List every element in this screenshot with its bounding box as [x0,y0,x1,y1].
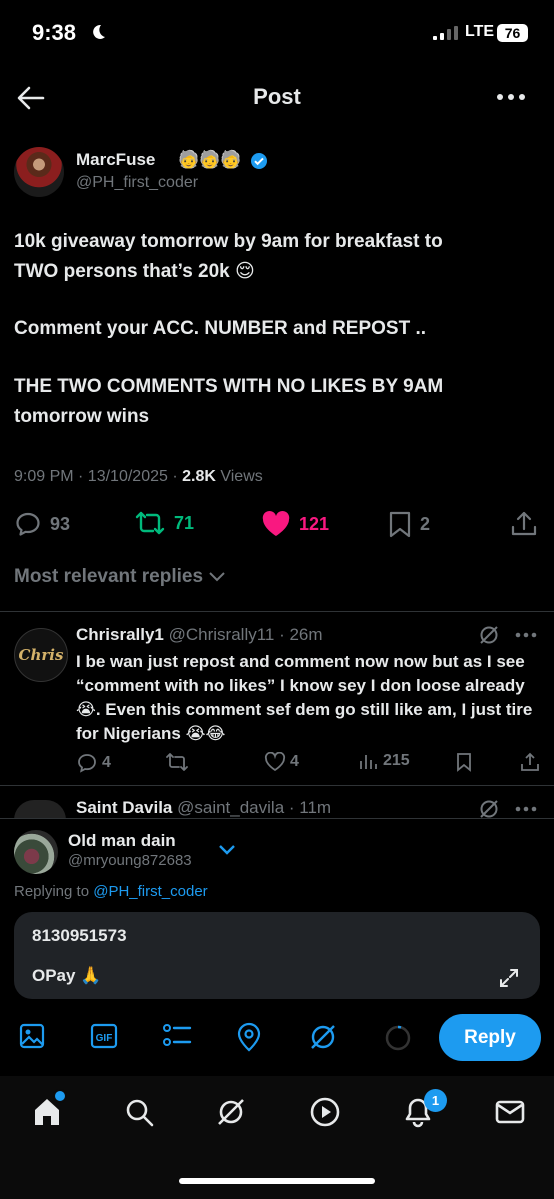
views-count[interactable]: 2.8K [182,468,216,485]
repost-icon [135,511,165,535]
reply-header: Saint Davila @saint_davila · 11m [76,798,331,818]
reply-author-name[interactable]: Saint Davila [76,798,172,817]
reply-author-name[interactable]: Chrisrally1 [76,625,164,644]
views-count: 215 [383,752,410,769]
bookmark-action[interactable]: 2 [388,510,430,538]
post-meta: 9:09 PM · 13/10/2025 · 2.8K Views [14,468,263,486]
post-timestamp: 9:09 PM · 13/10/2025 · [14,468,183,485]
battery-icon: 76 [497,24,528,42]
reply-author-handle[interactable]: @saint_davila · 11m [177,798,331,817]
author-emoji: 🧓🧓🧓 [178,150,242,169]
author-name[interactable]: MarcFuse [76,150,155,170]
repost-icon[interactable] [165,752,189,772]
composer-account-name: Old man dain [68,831,176,850]
replies-filter-label: Most relevant replies [14,566,204,587]
share-icon[interactable] [510,510,538,538]
reply-count: 4 [102,754,111,771]
heart-icon [262,511,290,536]
avatar[interactable] [14,800,66,820]
gif-label: GIF [96,1033,113,1044]
back-arrow-icon[interactable] [16,84,46,112]
network-label: LTE [465,23,495,40]
replying-to-label: Replying to [14,883,94,900]
location-icon[interactable] [236,1022,262,1052]
replies-filter[interactable]: Most relevant replies [14,566,226,588]
views-action[interactable]: 215 [359,752,410,770]
avatar[interactable]: Chris [14,628,68,682]
repost-count: 71 [174,512,195,533]
reply-input-line: OPay 🙏 [32,966,102,985]
author-handle[interactable]: @PH_first_coder [76,174,198,192]
chevron-down-icon[interactable] [217,843,237,857]
like-action[interactable]: 4 [264,752,299,772]
post-text-line: 10k giveaway tomorrow by 9am for breakfa… [14,231,443,252]
avatar[interactable] [14,830,58,874]
notifications-badge: 1 [424,1089,447,1112]
grok-icon[interactable] [215,1096,247,1128]
verified-icon [250,152,268,170]
signal-icon [433,26,459,40]
reply-button[interactable]: Reply [439,1014,541,1061]
divider [0,611,554,612]
bookmark-icon [389,511,411,538]
grok-icon[interactable] [478,798,500,820]
video-icon[interactable] [309,1096,341,1128]
home-notification-dot [53,1089,67,1103]
avatar-logo-text: Chris [18,646,64,664]
heart-icon [264,752,286,772]
reply-author-handle[interactable]: @Chrisrally11 · 26m [169,625,323,644]
grok-icon[interactable] [478,624,500,646]
status-time: 9:38 [32,20,77,45]
reply-icon [16,512,40,536]
like-count: 4 [290,753,299,770]
character-count-icon [384,1024,412,1052]
more-options-icon[interactable] [515,632,537,638]
views-label: Views [215,468,263,485]
avatar[interactable] [14,147,64,197]
reply-text: I be wan just repost and comment now now… [76,652,533,743]
reply-input-line: 8130951573 [32,926,127,945]
reply-count: 93 [50,513,71,534]
divider [0,818,554,819]
post-text-line: Comment your ACC. NUMBER and REPOST .. [14,318,427,339]
expand-icon[interactable] [498,967,520,989]
bookmark-icon[interactable] [456,752,472,772]
reply-header: Chrisrally1 @Chrisrally11 · 26m [76,625,323,645]
reply-icon [78,754,96,773]
like-count: 121 [299,513,330,534]
messages-icon[interactable] [494,1096,526,1128]
divider [0,785,554,786]
post-text-line: THE TWO COMMENTS WITH NO LIKES BY 9AM [14,376,444,397]
post-text-line: TWO persons that’s 20k 😌 [14,261,255,282]
replying-to: Replying to @PH_first_coder [14,883,208,900]
chevron-down-icon [209,572,226,582]
bookmark-count: 2 [420,513,431,534]
moon-icon [89,23,107,41]
image-icon[interactable] [18,1022,46,1050]
repost-action[interactable]: 71 [134,510,194,536]
grok-icon[interactable] [308,1022,338,1052]
more-options-icon[interactable] [515,806,537,812]
views-icon [360,755,377,769]
poll-icon[interactable] [162,1022,192,1050]
search-icon[interactable] [123,1096,155,1128]
share-icon[interactable] [520,752,540,772]
reply-action[interactable]: 93 [14,510,70,538]
like-action[interactable]: 121 [261,510,329,538]
replying-to-handle[interactable]: @PH_first_coder [93,883,207,900]
home-indicator [179,1178,375,1184]
more-options-icon[interactable] [496,93,526,101]
composer-account-handle: @mryoung872683 [68,852,192,869]
gif-icon[interactable]: GIF [90,1022,118,1050]
page-title: Post [253,84,301,109]
reply-action[interactable]: 4 [76,752,111,774]
post-text-line: tomorrow wins [14,406,150,427]
